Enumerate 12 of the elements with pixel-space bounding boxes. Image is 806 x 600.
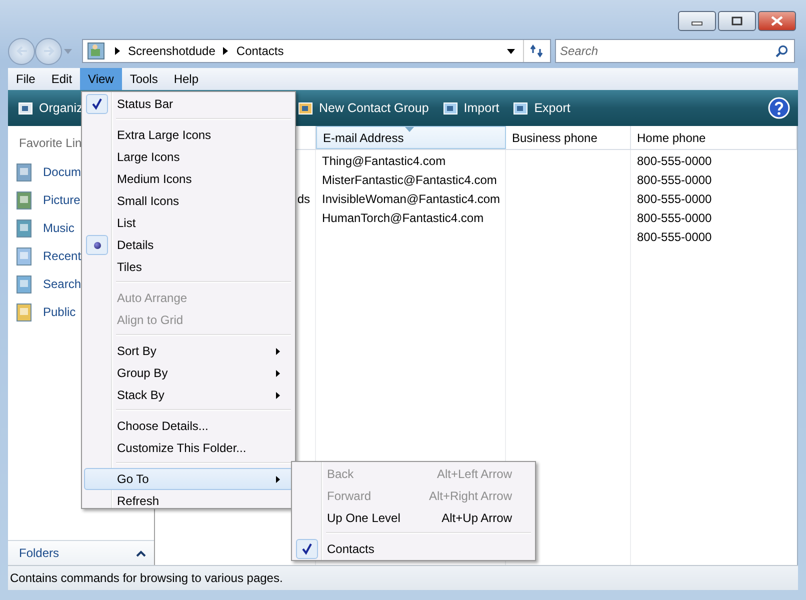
table-cell: 800-555-0000 [637, 230, 712, 244]
table-cell: Thing@Fantastic4.com [322, 154, 446, 168]
table-cell: 800-555-0000 [637, 210, 712, 224]
table-cell: HumanTorch@Fantastic4.com [322, 210, 484, 224]
table-cell: MisterFantastic@Fantastic4.com [322, 172, 497, 186]
table-cell: ds [297, 192, 310, 206]
table-cell: InvisibleWoman@Fantastic4.com [322, 192, 500, 206]
nav-heading: Favorite Lin [18, 136, 83, 152]
table-cell: 800-555-0000 [637, 154, 712, 168]
table-cell: 800-555-0000 [637, 172, 712, 186]
table-cell: 800-555-0000 [637, 192, 712, 206]
status-text: Contains commands for browsing to various pages. [10, 571, 283, 585]
